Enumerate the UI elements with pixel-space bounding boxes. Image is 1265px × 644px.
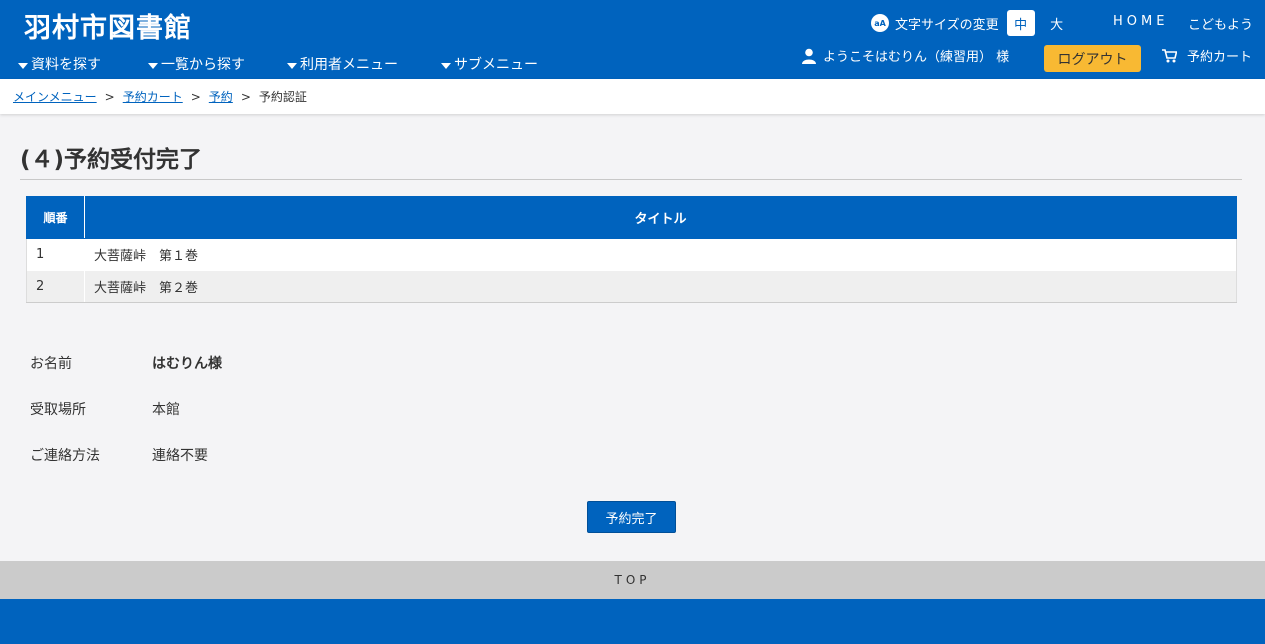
info-label: 受取場所	[30, 402, 86, 418]
table-row: 1 大菩薩峠 第１巻	[26, 238, 1237, 271]
home-link[interactable]: HOME	[1113, 14, 1168, 29]
info-label: ご連絡方法	[30, 448, 100, 464]
table-header-row: 順番 タイトル	[26, 196, 1237, 239]
reservation-complete-button[interactable]: 予約完了	[587, 501, 676, 533]
info-value: 連絡不要	[152, 448, 208, 464]
row-number: 1	[26, 238, 85, 271]
nav-sub-menu[interactable]: サブメニュー	[441, 54, 538, 74]
font-size-label: 文字サイズの変更	[895, 17, 999, 33]
reservation-cart-link[interactable]: 予約カート	[1162, 46, 1252, 65]
cart-label: 予約カート	[1187, 50, 1253, 65]
footer	[0, 599, 1265, 644]
breadcrumb-separator: >	[104, 89, 115, 104]
breadcrumb: メインメニュー > 予約カート > 予約 > 予約認証	[0, 79, 1265, 114]
info-label: お名前	[30, 356, 72, 372]
chevron-down-icon	[148, 62, 158, 69]
logout-button[interactable]: ログアウト	[1044, 45, 1141, 72]
nav-label: 一覧から探す	[161, 57, 245, 73]
breadcrumb-cart[interactable]: 予約カート	[123, 88, 183, 105]
font-size-icon: aA	[871, 14, 889, 32]
user-icon	[802, 48, 816, 64]
font-size-medium-button[interactable]: 中	[1006, 10, 1035, 36]
column-header-title: タイトル	[84, 196, 1237, 239]
info-value: 本館	[152, 402, 180, 418]
font-size-control: aA 文字サイズの変更 中 大	[871, 10, 1071, 36]
row-number: 2	[26, 270, 85, 303]
chevron-down-icon	[441, 62, 451, 69]
nav-label: 利用者メニュー	[300, 57, 398, 73]
table-row: 2 大菩薩峠 第２巻	[26, 270, 1237, 303]
nav-search-materials[interactable]: 資料を探す	[18, 54, 148, 74]
reservation-info: お名前 はむりん様 受取場所 本館 ご連絡方法 連絡不要	[30, 340, 222, 478]
breadcrumb-separator: >	[240, 89, 251, 104]
welcome-message: ようこそはむりん（練習用） 様	[801, 46, 1009, 65]
info-row-pickup: 受取場所 本館	[30, 386, 222, 432]
font-size-large-button[interactable]: 大	[1043, 10, 1071, 36]
chevron-down-icon	[18, 62, 28, 69]
info-row-name: お名前 はむりん様	[30, 340, 222, 386]
chevron-down-icon	[287, 62, 297, 69]
row-title: 大菩薩峠 第２巻	[84, 270, 1237, 303]
breadcrumb-separator: >	[190, 89, 201, 104]
nav-label: サブメニュー	[454, 57, 538, 73]
info-value: はむりん様	[152, 356, 222, 372]
main-nav: 資料を探す 一覧から探す 利用者メニュー サブメニュー	[18, 54, 538, 74]
nav-user-menu[interactable]: 利用者メニュー	[287, 54, 441, 74]
header: 羽村市図書館 aA 文字サイズの変更 中 大 HOME こどもよう 資料を探す …	[0, 0, 1265, 79]
welcome-text: ようこそはむりん（練習用） 様	[823, 50, 1010, 65]
info-row-contact: ご連絡方法 連絡不要	[30, 432, 222, 478]
site-logo[interactable]: 羽村市図書館	[24, 6, 192, 45]
back-to-top-link[interactable]: TOP	[0, 561, 1265, 599]
nav-browse-lists[interactable]: 一覧から探す	[148, 54, 287, 74]
column-header-number: 順番	[26, 196, 85, 239]
breadcrumb-current: 予約認証	[258, 90, 307, 104]
reservation-table: 順番 タイトル 1 大菩薩峠 第１巻 2 大菩薩峠 第２巻	[26, 196, 1237, 303]
nav-label: 資料を探す	[31, 57, 101, 73]
cart-icon	[1162, 48, 1177, 62]
page-title: (４)予約受付完了	[20, 147, 203, 173]
kids-link[interactable]: こどもよう	[1188, 14, 1253, 33]
title-divider	[20, 179, 1242, 180]
breadcrumb-reserve[interactable]: 予約	[209, 88, 233, 105]
breadcrumb-main-menu[interactable]: メインメニュー	[13, 88, 97, 105]
row-title: 大菩薩峠 第１巻	[84, 238, 1237, 271]
